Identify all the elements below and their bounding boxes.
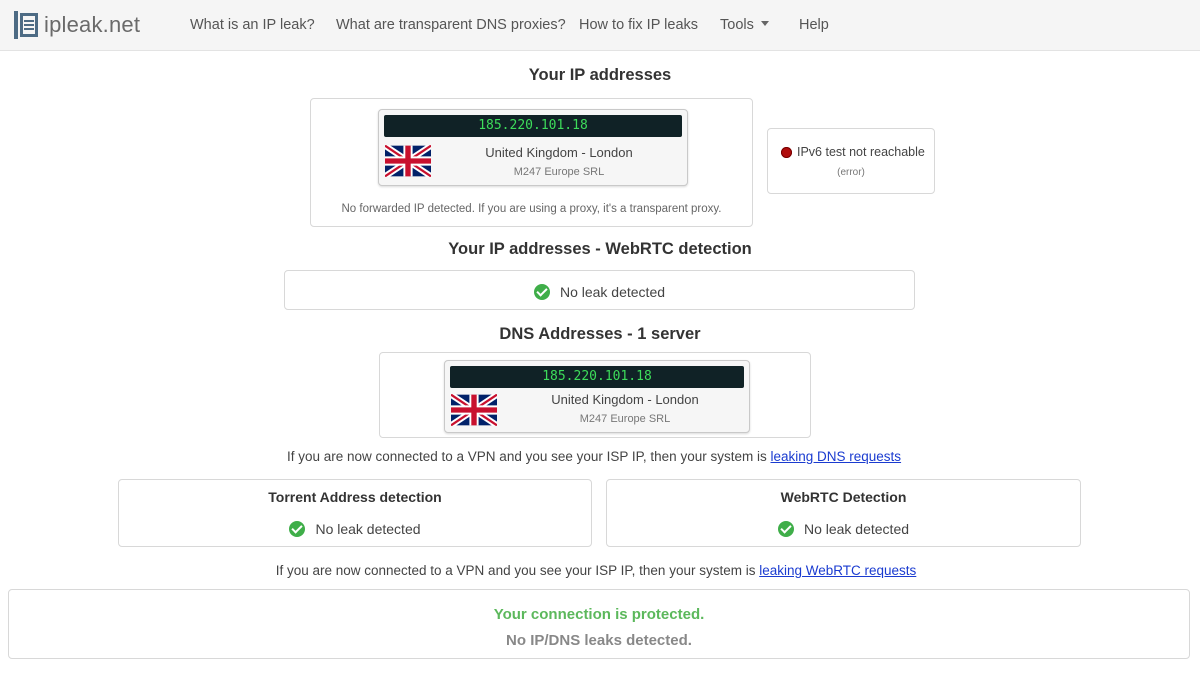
dns-panel: 185.220.101.18 United Kingdom - London M… (379, 352, 811, 438)
dns-isp: M247 Europe SRL (579, 413, 671, 425)
dns-card: 185.220.101.18 United Kingdom - London M… (444, 360, 750, 433)
uk-flag-icon (451, 394, 497, 426)
webrtc-panel: No leak detected (284, 270, 915, 310)
nav-transparent-dns[interactable]: What are transparent DNS proxies? (336, 17, 566, 33)
webrtc-section-title: Your IP addresses - WebRTC detection (448, 240, 752, 258)
nav-tools-dropdown[interactable]: Tools (720, 17, 769, 33)
torrent-status: No leak detected (119, 520, 591, 538)
brand-link[interactable]: ipleak.net (14, 11, 140, 39)
webrtc-status-text: No leak detected (559, 284, 666, 301)
forwarded-ip-note: No forwarded IP detected. If you are usi… (341, 203, 722, 215)
uk-flag-icon (385, 145, 431, 177)
dns-location: United Kingdom - London (551, 392, 699, 407)
nav-tools-label: Tools (720, 17, 754, 33)
webrtc-detection-title: WebRTC Detection (780, 489, 907, 505)
dns-leak-note-text: If you are now connected to a VPN and yo… (286, 449, 767, 464)
top-navbar: ipleak.net What is an IP leak? What are … (0, 0, 1200, 51)
webrtc-leak-note: If you are now connected to a VPN and yo… (0, 563, 1192, 578)
leaking-webrtc-link[interactable]: leaking WebRTC requests (759, 563, 916, 578)
torrent-status-text: No leak detected (315, 521, 421, 538)
leaking-dns-link[interactable]: leaking DNS requests (770, 449, 901, 464)
ip-address: 185.220.101.18 (384, 115, 682, 137)
webrtc-detection-panel: WebRTC Detection No leak detected (606, 479, 1081, 547)
dns-leak-note: If you are now connected to a VPN and yo… (0, 449, 1188, 464)
no-leaks-subtext: No IP/DNS leaks detected. (506, 632, 692, 649)
summary-panel: Your connection is protected. No IP/DNS … (8, 589, 1190, 659)
ipv6-panel: IPv6 test not reachable (error) (767, 128, 935, 194)
dns-ip-address: 185.220.101.18 (450, 366, 744, 388)
ip-location: United Kingdom - London (485, 145, 633, 160)
ip-section-title: Your IP addresses (528, 66, 672, 84)
ip-panel: 185.220.101.18 United Kingdom - London M… (310, 98, 753, 227)
nav-help[interactable]: Help (799, 17, 829, 33)
check-circle-icon (777, 521, 794, 538)
ipv6-status-text: IPv6 test not reachable (797, 145, 925, 159)
nav-fix-ip-leaks[interactable]: How to fix IP leaks (579, 17, 698, 33)
nav-what-is-ip-leak[interactable]: What is an IP leak? (190, 17, 315, 33)
connection-protected-headline: Your connection is protected. (493, 606, 705, 623)
ip-card: 185.220.101.18 United Kingdom - London M… (378, 109, 688, 186)
dns-section-title: DNS Addresses - 1 server (499, 325, 701, 343)
webrtc-status: No leak detected (285, 283, 914, 301)
brand-name: ipleak.net (44, 12, 141, 37)
error-status-icon (781, 147, 792, 158)
webrtc-leak-note-text: If you are now connected to a VPN and yo… (275, 563, 756, 578)
check-circle-icon (289, 521, 306, 538)
ipleak-logo-icon (14, 11, 38, 39)
ipv6-error-label: (error) (837, 167, 865, 178)
chevron-down-icon (760, 20, 769, 26)
torrent-title: Torrent Address detection (268, 489, 442, 505)
torrent-panel: Torrent Address detection No leak detect… (118, 479, 592, 547)
webrtc-detection-status: No leak detected (607, 520, 1080, 538)
ip-isp: M247 Europe SRL (513, 166, 605, 178)
webrtc-detection-status-text: No leak detected (803, 521, 910, 538)
check-circle-icon (533, 284, 550, 301)
